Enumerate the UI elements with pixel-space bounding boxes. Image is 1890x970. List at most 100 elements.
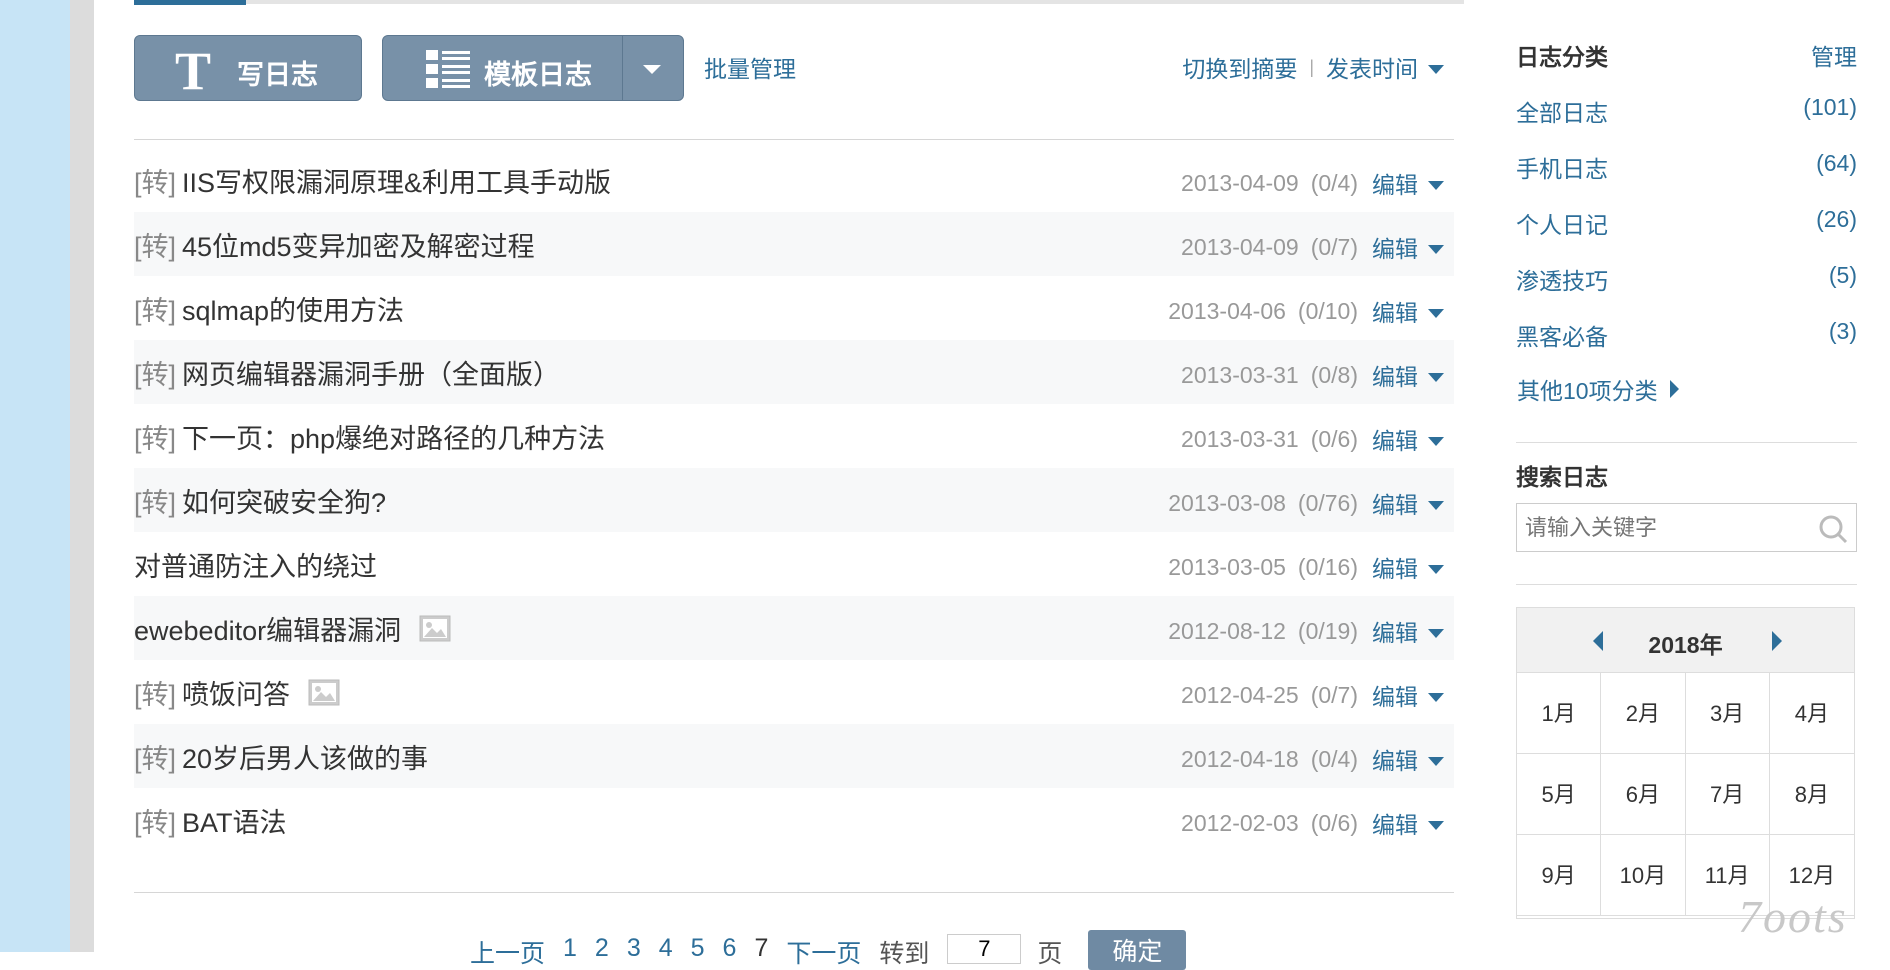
next-page-link[interactable]: 下一页 — [786, 934, 861, 970]
page-link[interactable]: 2 — [595, 934, 609, 963]
manage-categories-link[interactable]: 管理 — [1811, 38, 1857, 72]
image-icon — [419, 615, 451, 642]
post-title-link[interactable]: 如何突破安全狗? — [182, 481, 386, 520]
month-cell[interactable]: 6月 — [1601, 754, 1686, 835]
chevron-down-icon[interactable] — [1428, 64, 1444, 74]
category-count: (5) — [1828, 262, 1857, 288]
repost-tag: [转] — [134, 488, 177, 518]
month-cell[interactable]: 2月 — [1601, 673, 1686, 754]
category-count: (3) — [1828, 318, 1857, 344]
post-title-link[interactable]: 45位md5变异加密及解密过程 — [182, 225, 535, 264]
month-cell[interactable]: 7月 — [1685, 754, 1770, 835]
prev-page-link[interactable]: 上一页 — [470, 934, 545, 970]
table-row: 对普通防注入的绕过 2013-03-05 (0/16) 编辑 — [134, 532, 1454, 596]
switch-summary-link[interactable]: 切换到摘要 — [1182, 50, 1297, 84]
edit-link[interactable]: 编辑 — [1372, 678, 1418, 712]
page-unit-label: 页 — [1037, 940, 1063, 968]
edit-link[interactable]: 编辑 — [1372, 358, 1418, 392]
table-row: ewebeditor编辑器漏洞 2012-08-12 (0/19) 编辑 — [134, 596, 1454, 660]
edit-link[interactable]: 编辑 — [1372, 166, 1418, 200]
month-cell[interactable]: 9月 — [1517, 835, 1602, 916]
chevron-down-icon[interactable] — [1428, 372, 1444, 382]
repost-tag: [转] — [134, 296, 177, 326]
edit-link[interactable]: 编辑 — [1372, 806, 1418, 840]
category-item[interactable]: 黑客必备 (3) — [1516, 318, 1857, 352]
post-title-link[interactable]: 网页编辑器漏洞手册（全面版） — [182, 353, 560, 392]
sort-time-link[interactable]: 发表时间 — [1326, 50, 1418, 84]
post-title-link[interactable]: 20岁后男人该做的事 — [182, 737, 428, 776]
month-cell[interactable]: 8月 — [1769, 754, 1854, 835]
repost-tag: [转] — [134, 424, 177, 454]
month-cell[interactable]: 4月 — [1769, 673, 1854, 754]
post-date: 2013-04-06 — [1168, 297, 1286, 324]
search-icon[interactable] — [1818, 514, 1848, 544]
repost-tag: [转] — [134, 360, 177, 390]
chevron-down-icon[interactable] — [1428, 628, 1444, 638]
post-title-link[interactable]: 下一页：php爆绝对路径的几种方法 — [182, 417, 605, 456]
post-count: (0/8) — [1310, 361, 1358, 388]
post-count: (0/19) — [1297, 617, 1358, 644]
divider — [134, 139, 1454, 140]
table-row: [转] 如何突破安全狗? 2013-03-08 (0/76) 编辑 — [134, 468, 1454, 532]
category-name: 全部日志 — [1516, 100, 1608, 126]
template-blog-button[interactable]: 模板日志 — [382, 35, 684, 101]
chevron-right-icon[interactable] — [1772, 631, 1782, 651]
chevron-down-icon[interactable] — [1428, 820, 1444, 830]
post-date: 2012-04-18 — [1181, 745, 1299, 772]
confirm-button[interactable]: 确定 — [1088, 930, 1187, 970]
active-tab-indicator — [134, 0, 246, 5]
chevron-down-icon[interactable] — [1428, 564, 1444, 574]
chevron-down-icon[interactable] — [1428, 692, 1444, 702]
post-count: (0/7) — [1310, 681, 1358, 708]
chevron-down-icon[interactable] — [1428, 244, 1444, 254]
chevron-down-icon[interactable] — [1428, 180, 1444, 190]
chevron-down-icon[interactable] — [643, 65, 661, 74]
category-item[interactable]: 个人日记 (26) — [1516, 206, 1857, 240]
post-title-link[interactable]: IIS写权限漏洞原理&利用工具手动版 — [182, 161, 611, 200]
edit-link[interactable]: 编辑 — [1372, 550, 1418, 584]
category-count: (64) — [1816, 150, 1857, 176]
month-cell[interactable]: 1月 — [1517, 673, 1602, 754]
category-item[interactable]: 渗透技巧 (5) — [1516, 262, 1857, 296]
more-categories-link[interactable]: 其他10项分类 — [1517, 372, 1679, 406]
post-title-link[interactable]: 喷饭问答 — [182, 673, 290, 712]
page-link[interactable]: 5 — [691, 934, 705, 963]
month-cell[interactable]: 10月 — [1601, 835, 1686, 916]
post-title-link[interactable]: ewebeditor编辑器漏洞 — [134, 609, 401, 648]
post-date: 2013-03-08 — [1168, 489, 1286, 516]
page-link[interactable]: 4 — [659, 934, 673, 963]
page-link[interactable]: 6 — [723, 934, 737, 963]
post-title-link[interactable]: 对普通防注入的绕过 — [134, 545, 377, 584]
edit-link[interactable]: 编辑 — [1372, 422, 1418, 456]
categories-title: 日志分类 — [1516, 44, 1608, 70]
post-date: 2012-02-03 — [1181, 809, 1299, 836]
table-row: [转] 网页编辑器漏洞手册（全面版） 2013-03-31 (0/8) 编辑 — [134, 340, 1454, 404]
post-title-link[interactable]: BAT语法 — [182, 801, 287, 840]
search-input[interactable] — [1517, 504, 1817, 552]
edit-link[interactable]: 编辑 — [1372, 230, 1418, 264]
chevron-down-icon[interactable] — [1428, 756, 1444, 766]
goto-page-input[interactable] — [947, 934, 1022, 964]
post-date: 2013-03-05 — [1168, 553, 1286, 580]
category-item[interactable]: 全部日志 (101) — [1516, 94, 1857, 128]
month-cell[interactable]: 3月 — [1685, 673, 1770, 754]
table-row: [转] 20岁后男人该做的事 2012-04-18 (0/4) 编辑 — [134, 724, 1454, 788]
chevron-down-icon[interactable] — [1428, 500, 1444, 510]
page-link[interactable]: 1 — [563, 934, 577, 963]
month-cell[interactable]: 5月 — [1517, 754, 1602, 835]
more-categories-label: 其他10项分类 — [1517, 378, 1658, 404]
page-link[interactable]: 3 — [627, 934, 641, 963]
edit-link[interactable]: 编辑 — [1372, 742, 1418, 776]
divider — [1516, 442, 1857, 443]
chevron-down-icon[interactable] — [1428, 436, 1444, 446]
edit-link[interactable]: 编辑 — [1372, 294, 1418, 328]
edit-link[interactable]: 编辑 — [1372, 614, 1418, 648]
chevron-down-icon[interactable] — [1428, 308, 1444, 318]
category-item[interactable]: 手机日志 (64) — [1516, 150, 1857, 184]
edit-link[interactable]: 编辑 — [1372, 486, 1418, 520]
post-count: (0/7) — [1310, 233, 1358, 260]
batch-manage-link[interactable]: 批量管理 — [704, 50, 796, 84]
write-blog-button[interactable]: T 写日志 — [134, 35, 362, 101]
calendar-year: 2018年 — [1648, 632, 1723, 658]
post-title-link[interactable]: sqlmap的使用方法 — [182, 289, 404, 328]
